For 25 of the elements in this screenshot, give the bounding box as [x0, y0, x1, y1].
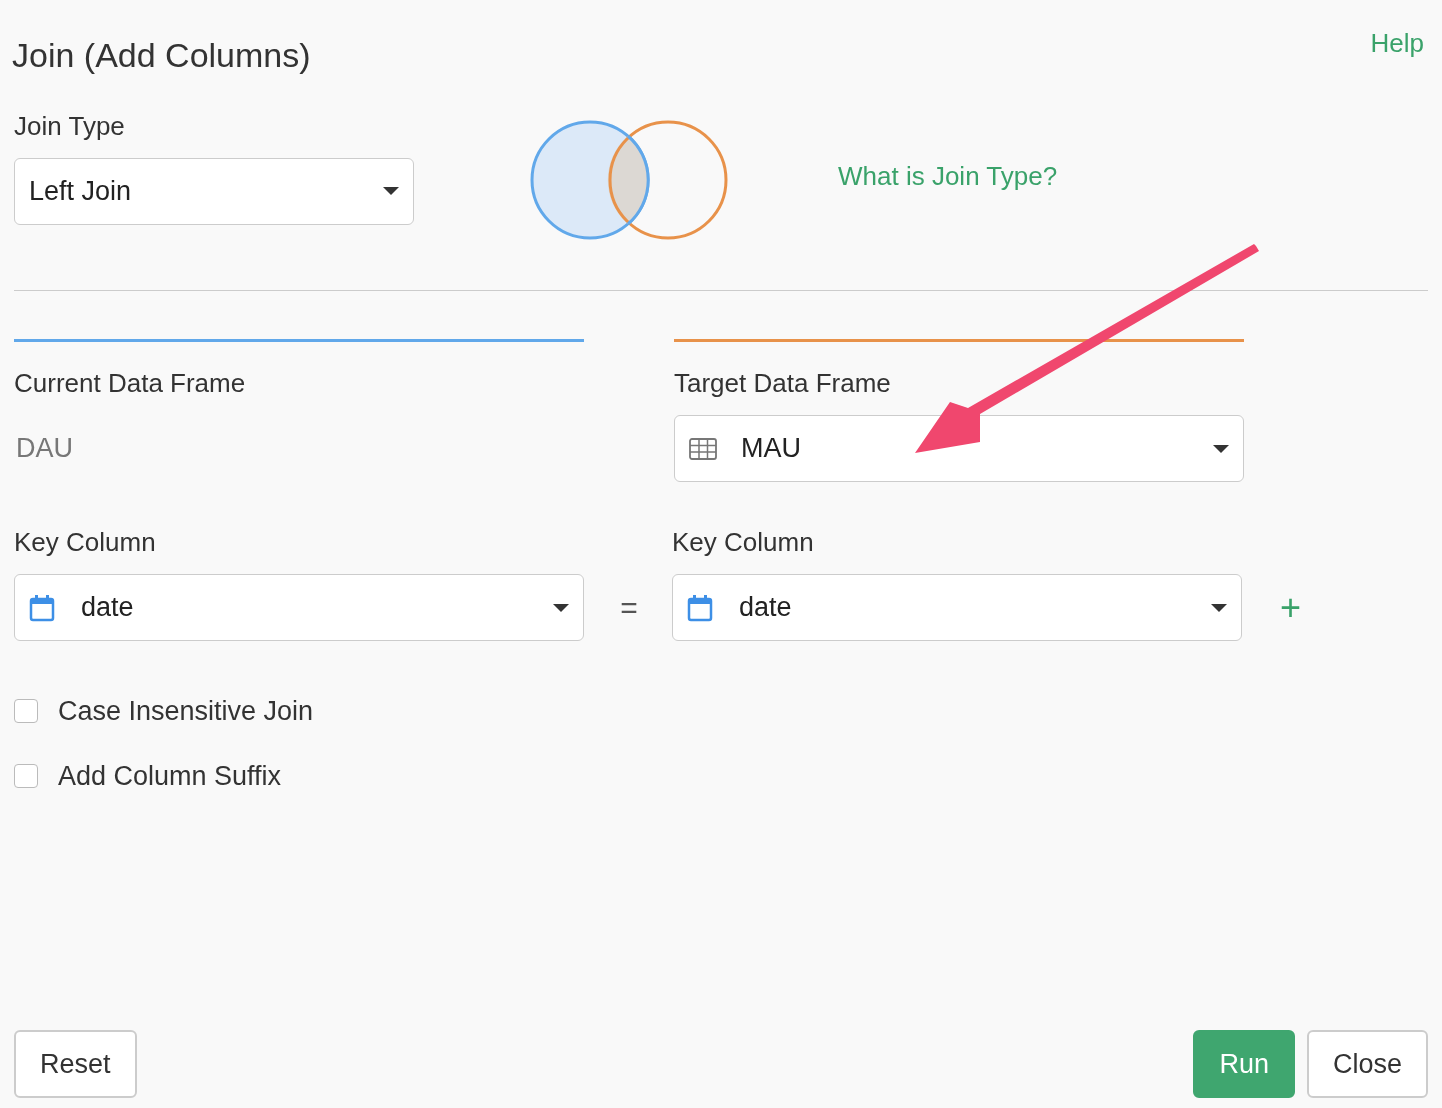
calendar-icon — [687, 593, 713, 622]
target-frame-select[interactable]: MAU — [674, 415, 1244, 482]
key-column-select[interactable]: date — [14, 574, 584, 641]
checkbox[interactable] — [14, 699, 38, 724]
current-frame-label: Current Data Frame — [14, 367, 247, 399]
key-column-label: Key Column — [14, 526, 157, 558]
caret-icon — [1211, 603, 1227, 612]
key-column-label: Key Column — [672, 526, 815, 558]
option-label: Case Insensitive Join — [58, 695, 314, 728]
checkbox[interactable] — [14, 763, 38, 788]
current-frame-value: DAU — [15, 432, 74, 466]
target-frame-label: Target Data Frame — [674, 367, 892, 399]
join-type-label: Join Type — [14, 109, 126, 142]
option-label: Add Column Suffix — [58, 759, 282, 793]
dialog-button[interactable]: Reset — [14, 1030, 137, 1098]
dialog-button[interactable]: Close — [1306, 1030, 1428, 1098]
calendar-icon — [29, 593, 55, 622]
table-icon — [689, 437, 717, 460]
join-type-select[interactable]: Left Join — [14, 157, 414, 225]
equals-sign: = — [619, 590, 639, 626]
caret-icon — [553, 603, 569, 612]
key-column-select[interactable]: date — [672, 574, 1242, 641]
dialog-title: Join (Add Columns) — [12, 35, 311, 76]
caret-icon — [383, 187, 399, 195]
caret-icon — [1213, 444, 1229, 453]
